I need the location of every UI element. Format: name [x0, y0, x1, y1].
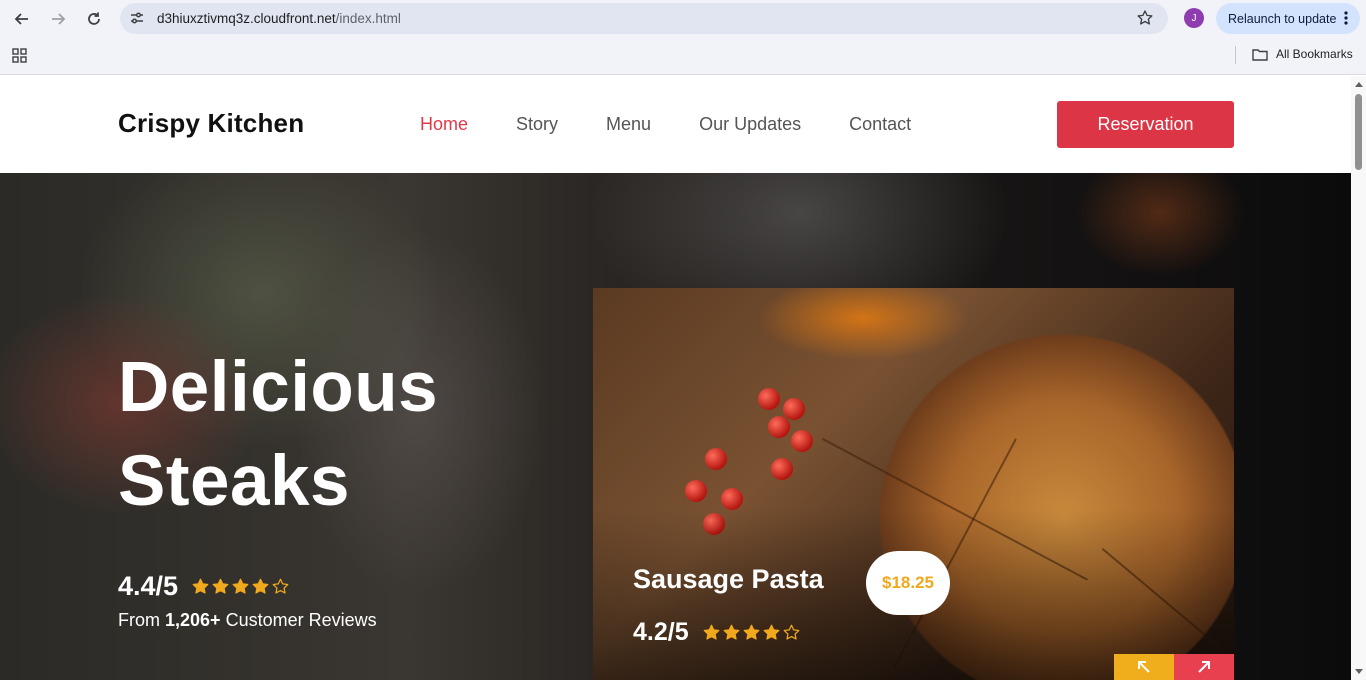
cherry-tomato — [721, 488, 743, 510]
featured-dish-rating: 4.2/5 — [633, 618, 800, 647]
avatar-initial: J — [1191, 12, 1197, 24]
site-info-icon[interactable] — [129, 10, 145, 31]
featured-rating-score: 4.2/5 — [633, 618, 689, 646]
star-outline-icon — [783, 624, 799, 640]
nav-home[interactable]: Home — [420, 114, 468, 135]
all-bookmarks-label: All Bookmarks — [1276, 47, 1353, 61]
arrow-up-right-icon — [1198, 661, 1210, 673]
featured-dish-price: $18.25 — [866, 551, 950, 615]
nav-story[interactable]: Story — [516, 114, 558, 135]
scroll-down-arrow-icon[interactable] — [1355, 669, 1363, 674]
star-filled-icon — [212, 578, 229, 594]
apps-grid-icon[interactable] — [12, 48, 27, 68]
star-filled-icon — [232, 578, 249, 594]
page-scrollbar[interactable] — [1351, 76, 1366, 680]
more-vert-icon[interactable] — [1344, 11, 1348, 28]
nav-our-updates[interactable]: Our Updates — [699, 114, 801, 135]
bookmark-star-icon[interactable] — [1136, 9, 1154, 32]
hero-section: Delicious Steaks 4.4/5 From 1,206+ Custo… — [0, 173, 1351, 680]
cherry-tomato — [758, 388, 780, 410]
featured-rating-stars — [703, 624, 800, 641]
relaunch-button[interactable]: Relaunch to update — [1216, 3, 1360, 34]
reservation-button[interactable]: Reservation — [1057, 101, 1234, 148]
star-filled-icon — [723, 624, 739, 640]
main-nav: Home Story Menu Our Updates Contact — [420, 114, 911, 135]
arrow-up-left-icon — [1138, 661, 1150, 673]
carousel-prev-button[interactable] — [1114, 654, 1174, 680]
star-filled-icon — [743, 624, 759, 640]
forward-button[interactable] — [46, 7, 70, 31]
cherry-tomato — [771, 458, 793, 480]
nav-contact[interactable]: Contact — [849, 114, 911, 135]
site-header: Crispy Kitchen Home Story Menu Our Updat… — [0, 76, 1351, 173]
scroll-up-arrow-icon[interactable] — [1355, 82, 1363, 87]
bookmarks-divider — [1235, 46, 1236, 64]
reviews-prefix: From — [118, 610, 165, 630]
url-path: /index.html — [335, 11, 401, 26]
cherry-tomato — [783, 398, 805, 420]
browser-toolbar: d3hiuxztivmq3z.cloudfront.net/index.html… — [0, 0, 1366, 38]
all-bookmarks-button[interactable]: All Bookmarks — [1252, 47, 1353, 61]
url-host: d3hiuxztivmq3z.cloudfront.net — [157, 11, 336, 26]
hero-rating: 4.4/5 — [118, 571, 289, 602]
hero-title-line-1: Delicious — [118, 348, 439, 427]
featured-dish-card[interactable]: Sausage Pasta $18.25 4.2/5 — [593, 288, 1234, 680]
profile-avatar[interactable]: J — [1184, 8, 1204, 28]
nav-menu[interactable]: Menu — [606, 114, 651, 135]
reviews-count: 1,206+ — [165, 610, 221, 630]
url-text: d3hiuxztivmq3z.cloudfront.net/index.html — [157, 11, 401, 26]
reload-icon — [88, 12, 100, 25]
reload-button[interactable] — [82, 7, 106, 31]
hero-title-line-2: Steaks — [118, 442, 350, 521]
star-filled-icon — [763, 624, 779, 640]
folder-icon — [1252, 48, 1268, 61]
relaunch-label: Relaunch to update — [1228, 11, 1337, 26]
hero-rating-stars — [192, 578, 289, 595]
arrow-left-icon — [14, 13, 28, 25]
featured-dish-name: Sausage Pasta — [633, 564, 824, 594]
back-button[interactable] — [10, 7, 34, 31]
star-filled-icon — [703, 624, 719, 640]
hero-rating-score: 4.4/5 — [118, 571, 179, 601]
hero-title: Delicious Steaks — [118, 341, 438, 529]
bookmarks-bar: All Bookmarks — [0, 38, 1366, 75]
page-viewport: Crispy Kitchen Home Story Menu Our Updat… — [0, 76, 1366, 680]
star-filled-icon — [192, 578, 209, 594]
arrow-right-icon — [52, 13, 66, 25]
cherry-tomato — [685, 480, 707, 502]
cherry-tomato — [768, 416, 790, 438]
carousel-next-button[interactable] — [1174, 654, 1234, 680]
address-bar[interactable]: d3hiuxztivmq3z.cloudfront.net/index.html — [120, 3, 1168, 34]
star-outline-icon — [272, 578, 289, 594]
hero-reviews-text: From 1,206+ Customer Reviews — [118, 610, 377, 631]
site-logo[interactable]: Crispy Kitchen — [118, 108, 304, 139]
scrollbar-thumb[interactable] — [1355, 94, 1362, 170]
reviews-suffix: Customer Reviews — [220, 610, 377, 630]
star-filled-icon — [252, 578, 269, 594]
cherry-tomato — [791, 430, 813, 452]
cherry-tomato — [705, 448, 727, 470]
